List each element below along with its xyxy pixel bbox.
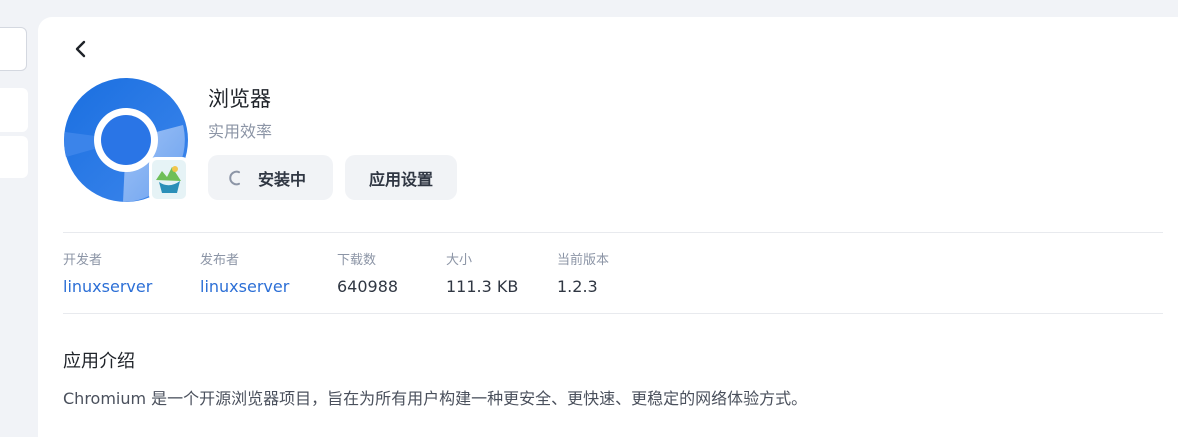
chevron-left-icon[interactable] (70, 38, 92, 60)
app-title: 浏览器 (208, 87, 271, 111)
sidebar-search-input[interactable] (0, 27, 27, 71)
downloads-value: 640988 (337, 277, 399, 296)
loading-spinner-icon (229, 170, 240, 185)
meta-size: 大小 111.3 KB (446, 249, 518, 296)
divider (63, 313, 1163, 314)
divider (63, 232, 1163, 233)
app-settings-button-label: 应用设置 (368, 169, 433, 189)
size-value: 111.3 KB (446, 277, 519, 296)
version-value: 1.2.3 (557, 277, 598, 296)
installing-button-label: 安装中 (258, 169, 307, 189)
sidebar-item[interactable] (0, 88, 28, 132)
meta-developer: 开发者 linuxserver (63, 249, 152, 296)
meta-downloads: 下载数 640988 (337, 249, 398, 296)
intro-title: 应用介绍 (63, 351, 135, 372)
meta-label: 下载数 (337, 253, 377, 268)
meta-version: 当前版本 1.2.3 (557, 249, 609, 296)
chromium-logo-icon (64, 78, 189, 202)
installing-button[interactable]: 安装中 (208, 155, 333, 200)
app-settings-button[interactable]: 应用设置 (345, 155, 457, 200)
meta-label: 开发者 (63, 253, 103, 268)
sidebar-item[interactable] (0, 136, 28, 178)
meta-label: 发布者 (200, 253, 240, 268)
app-category: 实用效率 (208, 122, 273, 141)
meta-label: 大小 (446, 253, 473, 268)
intro-text: Chromium 是一个开源浏览器项目，旨在为所有用户构建一种更安全、更快速、更… (63, 389, 808, 408)
publisher-link[interactable]: linuxserver (200, 277, 289, 296)
developer-link[interactable]: linuxserver (63, 277, 152, 296)
meta-label: 当前版本 (557, 253, 610, 268)
meta-publisher: 发布者 linuxserver (200, 249, 289, 296)
app-detail-panel (38, 17, 1178, 437)
